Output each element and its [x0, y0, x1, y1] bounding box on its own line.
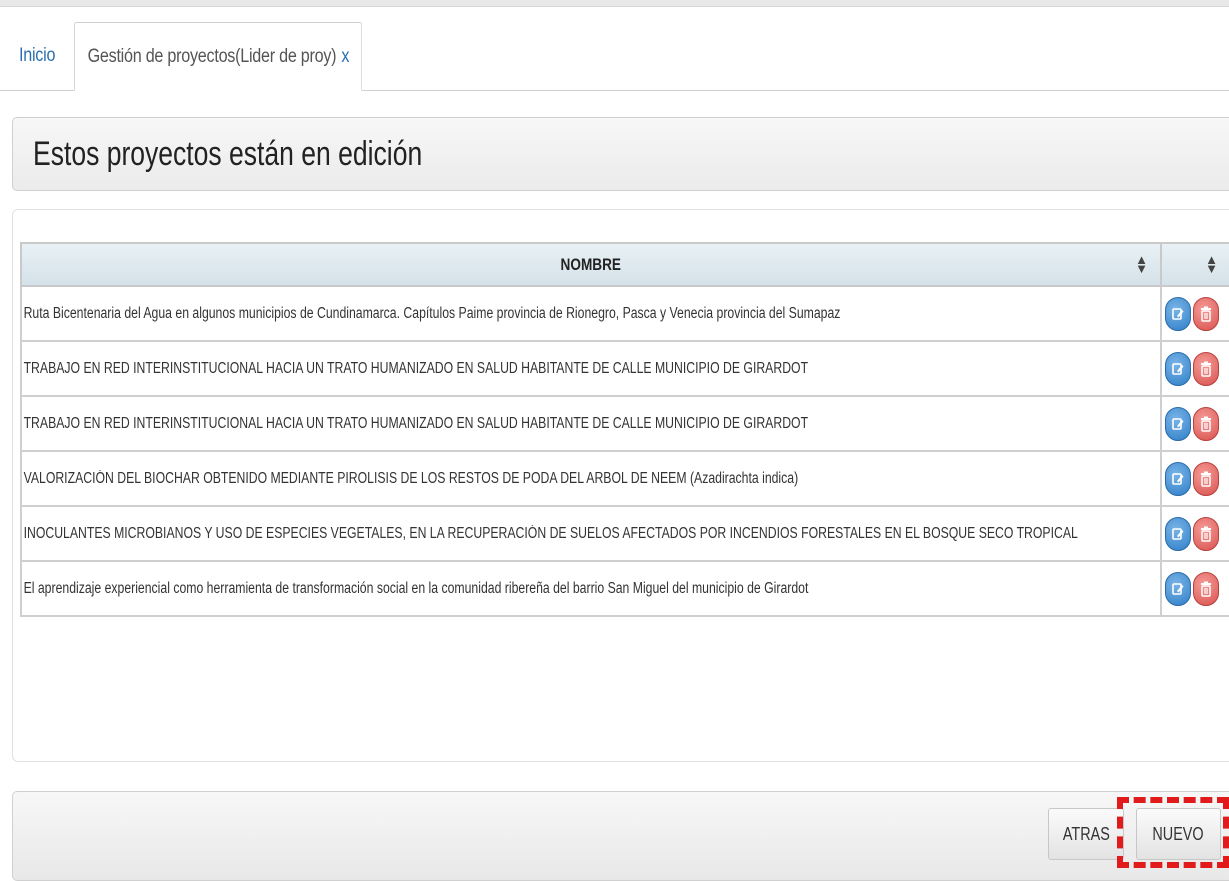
edit-button[interactable] — [1165, 571, 1191, 606]
edit-icon — [1172, 417, 1184, 430]
trash-icon — [1201, 526, 1211, 542]
cell-actions — [1160, 395, 1229, 452]
column-header-nombre-label: NOMBRE — [560, 254, 622, 274]
cell-actions — [1160, 505, 1229, 562]
edit-icon — [1172, 527, 1184, 540]
cell-nombre: El aprendizaje experiencial como herrami… — [20, 560, 1162, 617]
cell-nombre: INOCULANTES MICROBIANOS Y USO DE ESPECIE… — [20, 505, 1162, 562]
project-name: El aprendizaje experiencial como herrami… — [23, 579, 809, 597]
edit-button[interactable] — [1165, 406, 1191, 441]
tab-inicio[interactable]: Inicio — [19, 22, 55, 90]
page-title: Estos proyectos están en edición — [33, 135, 423, 173]
trash-icon — [1201, 361, 1211, 377]
project-name: TRABAJO EN RED INTERINSTITUCIONAL HACIA … — [23, 359, 809, 377]
table-row[interactable]: TRABAJO EN RED INTERINSTITUCIONAL HACIA … — [20, 340, 1229, 397]
trash-icon — [1201, 306, 1211, 322]
edit-icon — [1172, 582, 1184, 595]
delete-button[interactable] — [1193, 516, 1219, 551]
back-button[interactable]: ATRAS — [1048, 808, 1124, 860]
new-button[interactable]: NUEVO — [1136, 808, 1221, 860]
delete-button[interactable] — [1193, 571, 1219, 606]
tab-bar: Inicio Gestión de proyectos(Lider de pro… — [0, 22, 1229, 91]
table-row[interactable]: VALORIZACIÓN DEL BIOCHAR OBTENIDO MEDIAN… — [20, 450, 1229, 507]
trash-icon — [1201, 416, 1211, 432]
table-row[interactable]: TRABAJO EN RED INTERINSTITUCIONAL HACIA … — [20, 395, 1229, 452]
edit-button[interactable] — [1165, 516, 1191, 551]
cell-actions — [1160, 285, 1229, 342]
row-actions — [1162, 406, 1229, 441]
sort-icon[interactable]: ▲ ▼ — [1205, 253, 1218, 275]
tab-gestion-label: Gestión de proyectos(Lider de proy) — [87, 45, 337, 67]
trash-icon — [1201, 581, 1211, 597]
delete-button[interactable] — [1193, 351, 1219, 386]
edit-button[interactable] — [1165, 296, 1191, 331]
edit-button[interactable] — [1165, 461, 1191, 496]
top-border — [0, 0, 1229, 7]
cell-actions — [1160, 560, 1229, 617]
project-name: INOCULANTES MICROBIANOS Y USO DE ESPECIE… — [23, 524, 1078, 542]
table-row[interactable]: INOCULANTES MICROBIANOS Y USO DE ESPECIE… — [20, 505, 1229, 562]
delete-button[interactable] — [1193, 296, 1219, 331]
delete-button[interactable] — [1193, 406, 1219, 441]
cell-nombre: TRABAJO EN RED INTERINSTITUCIONAL HACIA … — [20, 395, 1162, 452]
project-name: TRABAJO EN RED INTERINSTITUCIONAL HACIA … — [23, 414, 809, 432]
row-actions — [1162, 571, 1229, 606]
project-name: Ruta Bicentenaria del Agua en algunos mu… — [23, 304, 841, 322]
new-button-label: NUEVO — [1152, 823, 1205, 844]
edit-icon — [1172, 307, 1184, 320]
row-actions — [1162, 461, 1229, 496]
row-actions — [1162, 296, 1229, 331]
table-row[interactable]: El aprendizaje experiencial como herrami… — [20, 560, 1229, 617]
edit-icon — [1172, 362, 1184, 375]
projects-table: NOMBRE ▲ ▼ ▲ ▼ Ruta Bicentenaria del Agua … — [20, 242, 1229, 617]
edit-icon — [1172, 472, 1184, 485]
delete-button[interactable] — [1193, 461, 1219, 496]
cell-actions — [1160, 340, 1229, 397]
edit-button[interactable] — [1165, 351, 1191, 386]
sort-icon[interactable]: ▲ ▼ — [1135, 253, 1148, 275]
table-row[interactable]: Ruta Bicentenaria del Agua en algunos mu… — [20, 285, 1229, 342]
cell-nombre: TRABAJO EN RED INTERINSTITUCIONAL HACIA … — [20, 340, 1162, 397]
title-panel: Estos proyectos están en edición — [12, 117, 1229, 191]
back-button-label: ATRAS — [1062, 823, 1110, 844]
tab-close-icon[interactable]: x — [341, 46, 349, 68]
cell-nombre: VALORIZACIÓN DEL BIOCHAR OBTENIDO MEDIAN… — [20, 450, 1162, 507]
column-header-nombre[interactable]: NOMBRE ▲ ▼ — [20, 242, 1162, 287]
trash-icon — [1201, 471, 1211, 487]
row-actions — [1162, 516, 1229, 551]
tab-gestion-proyectos[interactable]: Gestión de proyectos(Lider de proy) x — [74, 22, 363, 91]
column-header-actions[interactable]: ▲ ▼ — [1160, 242, 1229, 287]
row-actions — [1162, 351, 1229, 386]
tab-inicio-label: Inicio — [19, 45, 56, 66]
cell-nombre: Ruta Bicentenaria del Agua en algunos mu… — [20, 285, 1162, 342]
project-name: VALORIZACIÓN DEL BIOCHAR OBTENIDO MEDIAN… — [23, 469, 799, 487]
table-header-row: NOMBRE ▲ ▼ ▲ ▼ — [20, 242, 1229, 287]
cell-actions — [1160, 450, 1229, 507]
